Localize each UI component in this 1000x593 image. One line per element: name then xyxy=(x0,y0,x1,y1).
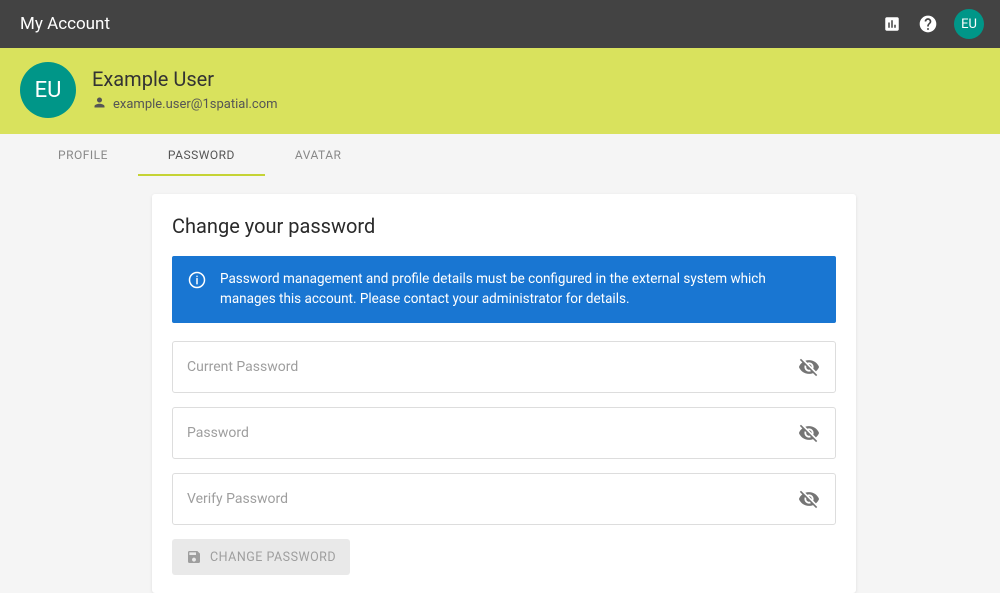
verify-password-row xyxy=(172,473,836,525)
user-name: Example User xyxy=(92,67,278,91)
info-icon xyxy=(188,271,206,293)
card-title: Change your password xyxy=(172,214,836,238)
info-banner: Password management and profile details … xyxy=(172,256,836,323)
topbar-actions: EU xyxy=(882,9,984,39)
tab-profile[interactable]: PROFILE xyxy=(28,134,138,176)
user-info: Example User example.user@1spatial.com xyxy=(92,67,278,114)
current-password-row xyxy=(172,341,836,393)
person-icon xyxy=(92,95,107,114)
header-avatar: EU xyxy=(20,62,76,118)
visibility-off-icon[interactable] xyxy=(797,421,821,445)
change-password-label: CHANGE PASSWORD xyxy=(210,550,336,565)
change-password-button[interactable]: CHANGE PASSWORD xyxy=(172,539,350,575)
app-title: My Account xyxy=(20,14,110,34)
user-header: EU Example User example.user@1spatial.co… xyxy=(0,48,1000,134)
tabs: PROFILE PASSWORD AVATAR xyxy=(0,134,1000,176)
user-email-row: example.user@1spatial.com xyxy=(92,95,278,114)
save-icon xyxy=(186,549,202,565)
visibility-off-icon[interactable] xyxy=(797,487,821,511)
verify-password-input[interactable] xyxy=(187,491,797,507)
current-password-input[interactable] xyxy=(187,359,797,375)
topbar-avatar[interactable]: EU xyxy=(954,9,984,39)
password-row xyxy=(172,407,836,459)
stats-icon[interactable] xyxy=(882,14,902,34)
info-banner-text: Password management and profile details … xyxy=(220,270,820,309)
topbar: My Account EU xyxy=(0,0,1000,48)
tab-avatar[interactable]: AVATAR xyxy=(265,134,372,176)
tab-password[interactable]: PASSWORD xyxy=(138,134,265,176)
user-email: example.user@1spatial.com xyxy=(113,97,278,112)
help-icon[interactable] xyxy=(918,14,938,34)
password-input[interactable] xyxy=(187,425,797,441)
visibility-off-icon[interactable] xyxy=(797,355,821,379)
password-card: Change your password Password management… xyxy=(152,194,856,593)
